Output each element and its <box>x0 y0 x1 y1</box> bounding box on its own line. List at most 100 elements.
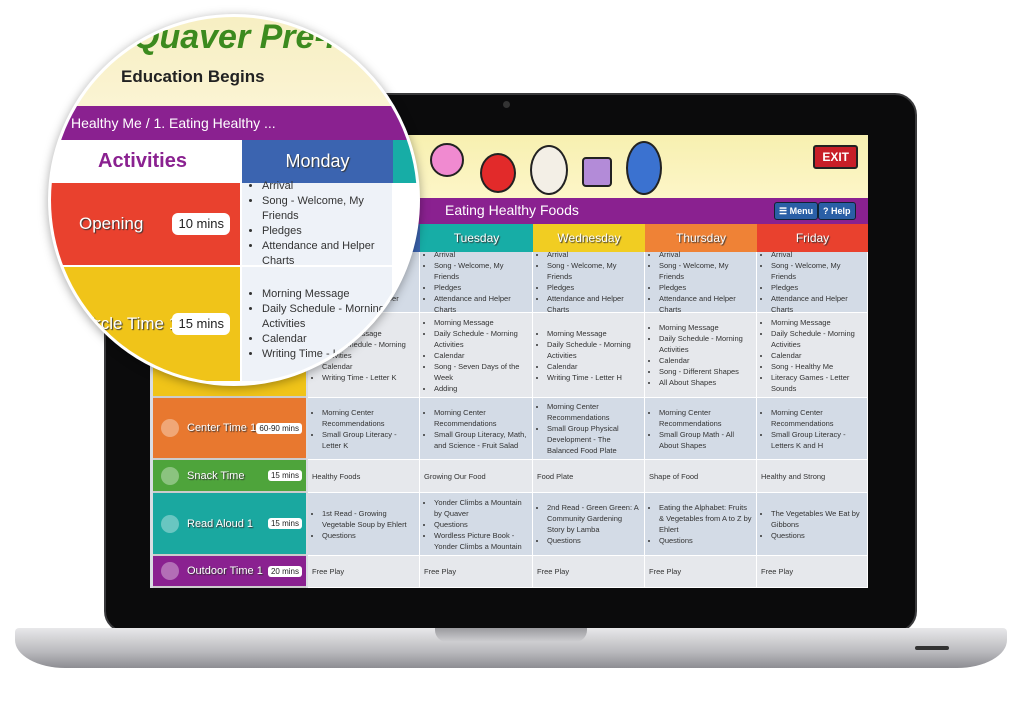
activity-list: ArrivalSong - Welcome, My FriendsPledges… <box>761 249 863 315</box>
activity-list: Morning MessageDaily Schedule - Morning … <box>761 317 863 394</box>
activity-list: Morning MessageDaily Schedule - Morning … <box>649 322 752 388</box>
schedule-cell[interactable]: Free Play <box>308 556 420 588</box>
schedule-cell[interactable]: The Vegetables We Eat by GibbonsQuestion… <box>757 493 868 556</box>
activity-name: Outdoor Time 1 <box>187 565 263 577</box>
schedule-cell[interactable]: ArrivalSong - Welcome, My FriendsPledges… <box>645 249 757 315</box>
schedule-cell[interactable]: Morning Center RecommendationsSmall Grou… <box>645 398 757 460</box>
people-icon <box>161 419 179 437</box>
breadcrumb: Healthy Me / 1. Eating Healthy ... <box>51 106 417 140</box>
activity-read-aloud-1[interactable]: Read Aloud 1 15 mins <box>153 493 306 556</box>
activity-outdoor-time-1[interactable]: Outdoor Time 1 20 mins <box>153 556 306 588</box>
activity-center-time-1[interactable]: Center Time 1 60-90 mins <box>153 398 306 460</box>
laptop-led <box>915 646 949 650</box>
menu-button[interactable]: ☰ Menu <box>774 202 819 220</box>
activity-item: Morning Message <box>547 328 640 339</box>
exit-button[interactable]: EXIT <box>813 145 858 169</box>
schedule-cell[interactable]: Eating the Alphabet: Fruits & Vegetables… <box>645 493 757 556</box>
schedule-cell[interactable]: 1st Read - Growing Vegetable Soup by Ehl… <box>308 493 420 556</box>
activity-item: Morning Message <box>771 317 863 328</box>
flower-character <box>430 143 464 177</box>
activity-item: Questions <box>547 535 640 546</box>
activity-list: ArrivalSong - Welcome, My FriendsPledges… <box>537 249 640 315</box>
magnified-monday-cell[interactable]: Morning MessageDaily Schedule - Morning … <box>242 267 392 381</box>
schedule-cell[interactable]: ArrivalSong - Welcome, My FriendsPledges… <box>420 249 533 315</box>
duration-badge: 20 mins <box>267 565 302 577</box>
schedule-cell[interactable]: Morning Center RecommendationsSmall Grou… <box>308 398 420 460</box>
tuesday-header <box>393 140 417 183</box>
schedule-cell[interactable]: 2nd Read - Green Green: A Community Gard… <box>533 493 645 556</box>
activity-name: Snack Time <box>187 469 245 482</box>
activity-item: Wordless Picture Book - Yonder Climbs a … <box>434 530 528 552</box>
schedule-cell[interactable]: Morning MessageDaily Schedule - Morning … <box>757 313 868 398</box>
magnified-activity-opening[interactable]: Opening 10 mins <box>51 183 240 265</box>
activity-name: Read Aloud 1 <box>187 517 254 530</box>
activity-item: Song - Welcome, My Friends <box>547 260 640 282</box>
activity-item: Free Play <box>761 567 794 576</box>
schedule-cell[interactable]: Free Play <box>645 556 757 588</box>
duration-badge: 60-90 mins <box>256 422 302 434</box>
magnified-activity-circle-time-1[interactable]: Circle Time 1 15 mins <box>51 267 240 381</box>
schedule-cell[interactable]: Morning Center RecommendationsSmall Grou… <box>533 398 645 460</box>
sun-icon <box>161 562 179 580</box>
schedule-cell[interactable]: Yonder Climbs a Mountain by QuaverQuesti… <box>420 493 533 556</box>
activity-item: Questions <box>771 530 863 541</box>
help-icon: ? <box>823 206 831 216</box>
activity-item: Free Play <box>312 567 345 576</box>
activity-item: Pledges <box>659 282 752 293</box>
schedule-cell[interactable]: Growing Our Food <box>420 460 533 493</box>
webcam <box>503 101 510 108</box>
activity-snack-time[interactable]: Snack Time 15 mins <box>153 460 306 493</box>
activity-list: Yonder Climbs a Mountain by QuaverQuesti… <box>424 497 528 552</box>
activity-item: Free Play <box>537 567 570 576</box>
schedule-cell[interactable]: Food Plate <box>533 460 645 493</box>
schedule-cell[interactable]: ArrivalSong - Welcome, My FriendsPledges… <box>533 249 645 315</box>
breadcrumb-item[interactable]: Healthy Me <box>71 115 142 131</box>
activity-list: Morning MessageDaily Schedule - Morning … <box>424 317 528 394</box>
help-button[interactable]: ? Help <box>818 202 856 220</box>
activity-list: 1st Read - Growing Vegetable Soup by Ehl… <box>312 508 415 541</box>
activity-item: Morning Center Recommendations <box>322 407 415 429</box>
magnifier-circle: Quaver Pre-K Education Begins Healthy Me… <box>48 14 420 386</box>
activity-item: Attendance and Helper Charts <box>659 293 752 315</box>
schedule-cell[interactable]: Free Play <box>533 556 645 588</box>
activity-item: Morning Center Recommendations <box>771 407 863 429</box>
schedule-cell[interactable]: ArrivalSong - Welcome, My FriendsPledges… <box>757 249 868 315</box>
apple-character <box>480 153 516 193</box>
activity-item: Pledges <box>547 282 640 293</box>
schedule-cell[interactable]: Free Play <box>420 556 533 588</box>
breadcrumb-item[interactable]: 1. Eating Healthy ... <box>153 115 275 131</box>
activity-list: ArrivalSong - Welcome, My FriendsPledges… <box>248 179 386 269</box>
apple-icon <box>161 466 179 485</box>
activity-item: Daily Schedule - Morning Activities <box>771 328 863 350</box>
book-icon <box>161 514 179 533</box>
activity-item: Calendar <box>262 332 386 347</box>
schedule-cell[interactable]: Morning MessageDaily Schedule - Morning … <box>533 313 645 398</box>
schedule-cell[interactable]: Free Play <box>757 556 868 588</box>
schedule-cell[interactable]: Shape of Food <box>645 460 757 493</box>
activity-item: Morning Center Recommendations <box>434 407 528 429</box>
schedule-cell[interactable]: Morning Center RecommendationsSmall Grou… <box>757 398 868 460</box>
activity-item: Song - Welcome, My Friends <box>659 260 752 282</box>
activity-item: Adding <box>434 383 528 394</box>
activity-item: Small Group Literacy, Math, and Science … <box>434 429 528 451</box>
magnified-monday-cell[interactable]: ArrivalSong - Welcome, My FriendsPledges… <box>242 180 392 267</box>
activity-item: Small Group Physical Development - The B… <box>547 423 640 456</box>
activity-list: The Vegetables We Eat by GibbonsQuestion… <box>761 508 863 541</box>
schedule-cell[interactable]: Healthy and Strong <box>757 460 868 493</box>
activity-list: ArrivalSong - Welcome, My FriendsPledges… <box>424 249 528 315</box>
laptop-notch <box>435 628 587 642</box>
activity-item: Arrival <box>434 249 528 260</box>
quaver-logo: Quaver Pre-K Education Begins <box>51 17 417 106</box>
activity-list: Morning Center RecommendationsSmall Grou… <box>649 407 752 451</box>
duration-badge: 15 mins <box>267 470 302 481</box>
activity-item: Questions <box>322 530 415 541</box>
day-header-tuesday: Tuesday <box>420 224 533 252</box>
activity-item: Daily Schedule - Morning Activities <box>262 302 386 332</box>
activity-list: ArrivalSong - Welcome, My FriendsPledges… <box>649 249 752 315</box>
schedule-cell[interactable]: Morning MessageDaily Schedule - Morning … <box>420 313 533 398</box>
activity-item: Writing Time - Letter H <box>547 372 640 383</box>
robot-character <box>582 157 612 187</box>
schedule-cell[interactable]: Healthy Foods <box>308 460 420 493</box>
schedule-cell[interactable]: Morning MessageDaily Schedule - Morning … <box>645 313 757 398</box>
schedule-cell[interactable]: Morning Center RecommendationsSmall Grou… <box>420 398 533 460</box>
